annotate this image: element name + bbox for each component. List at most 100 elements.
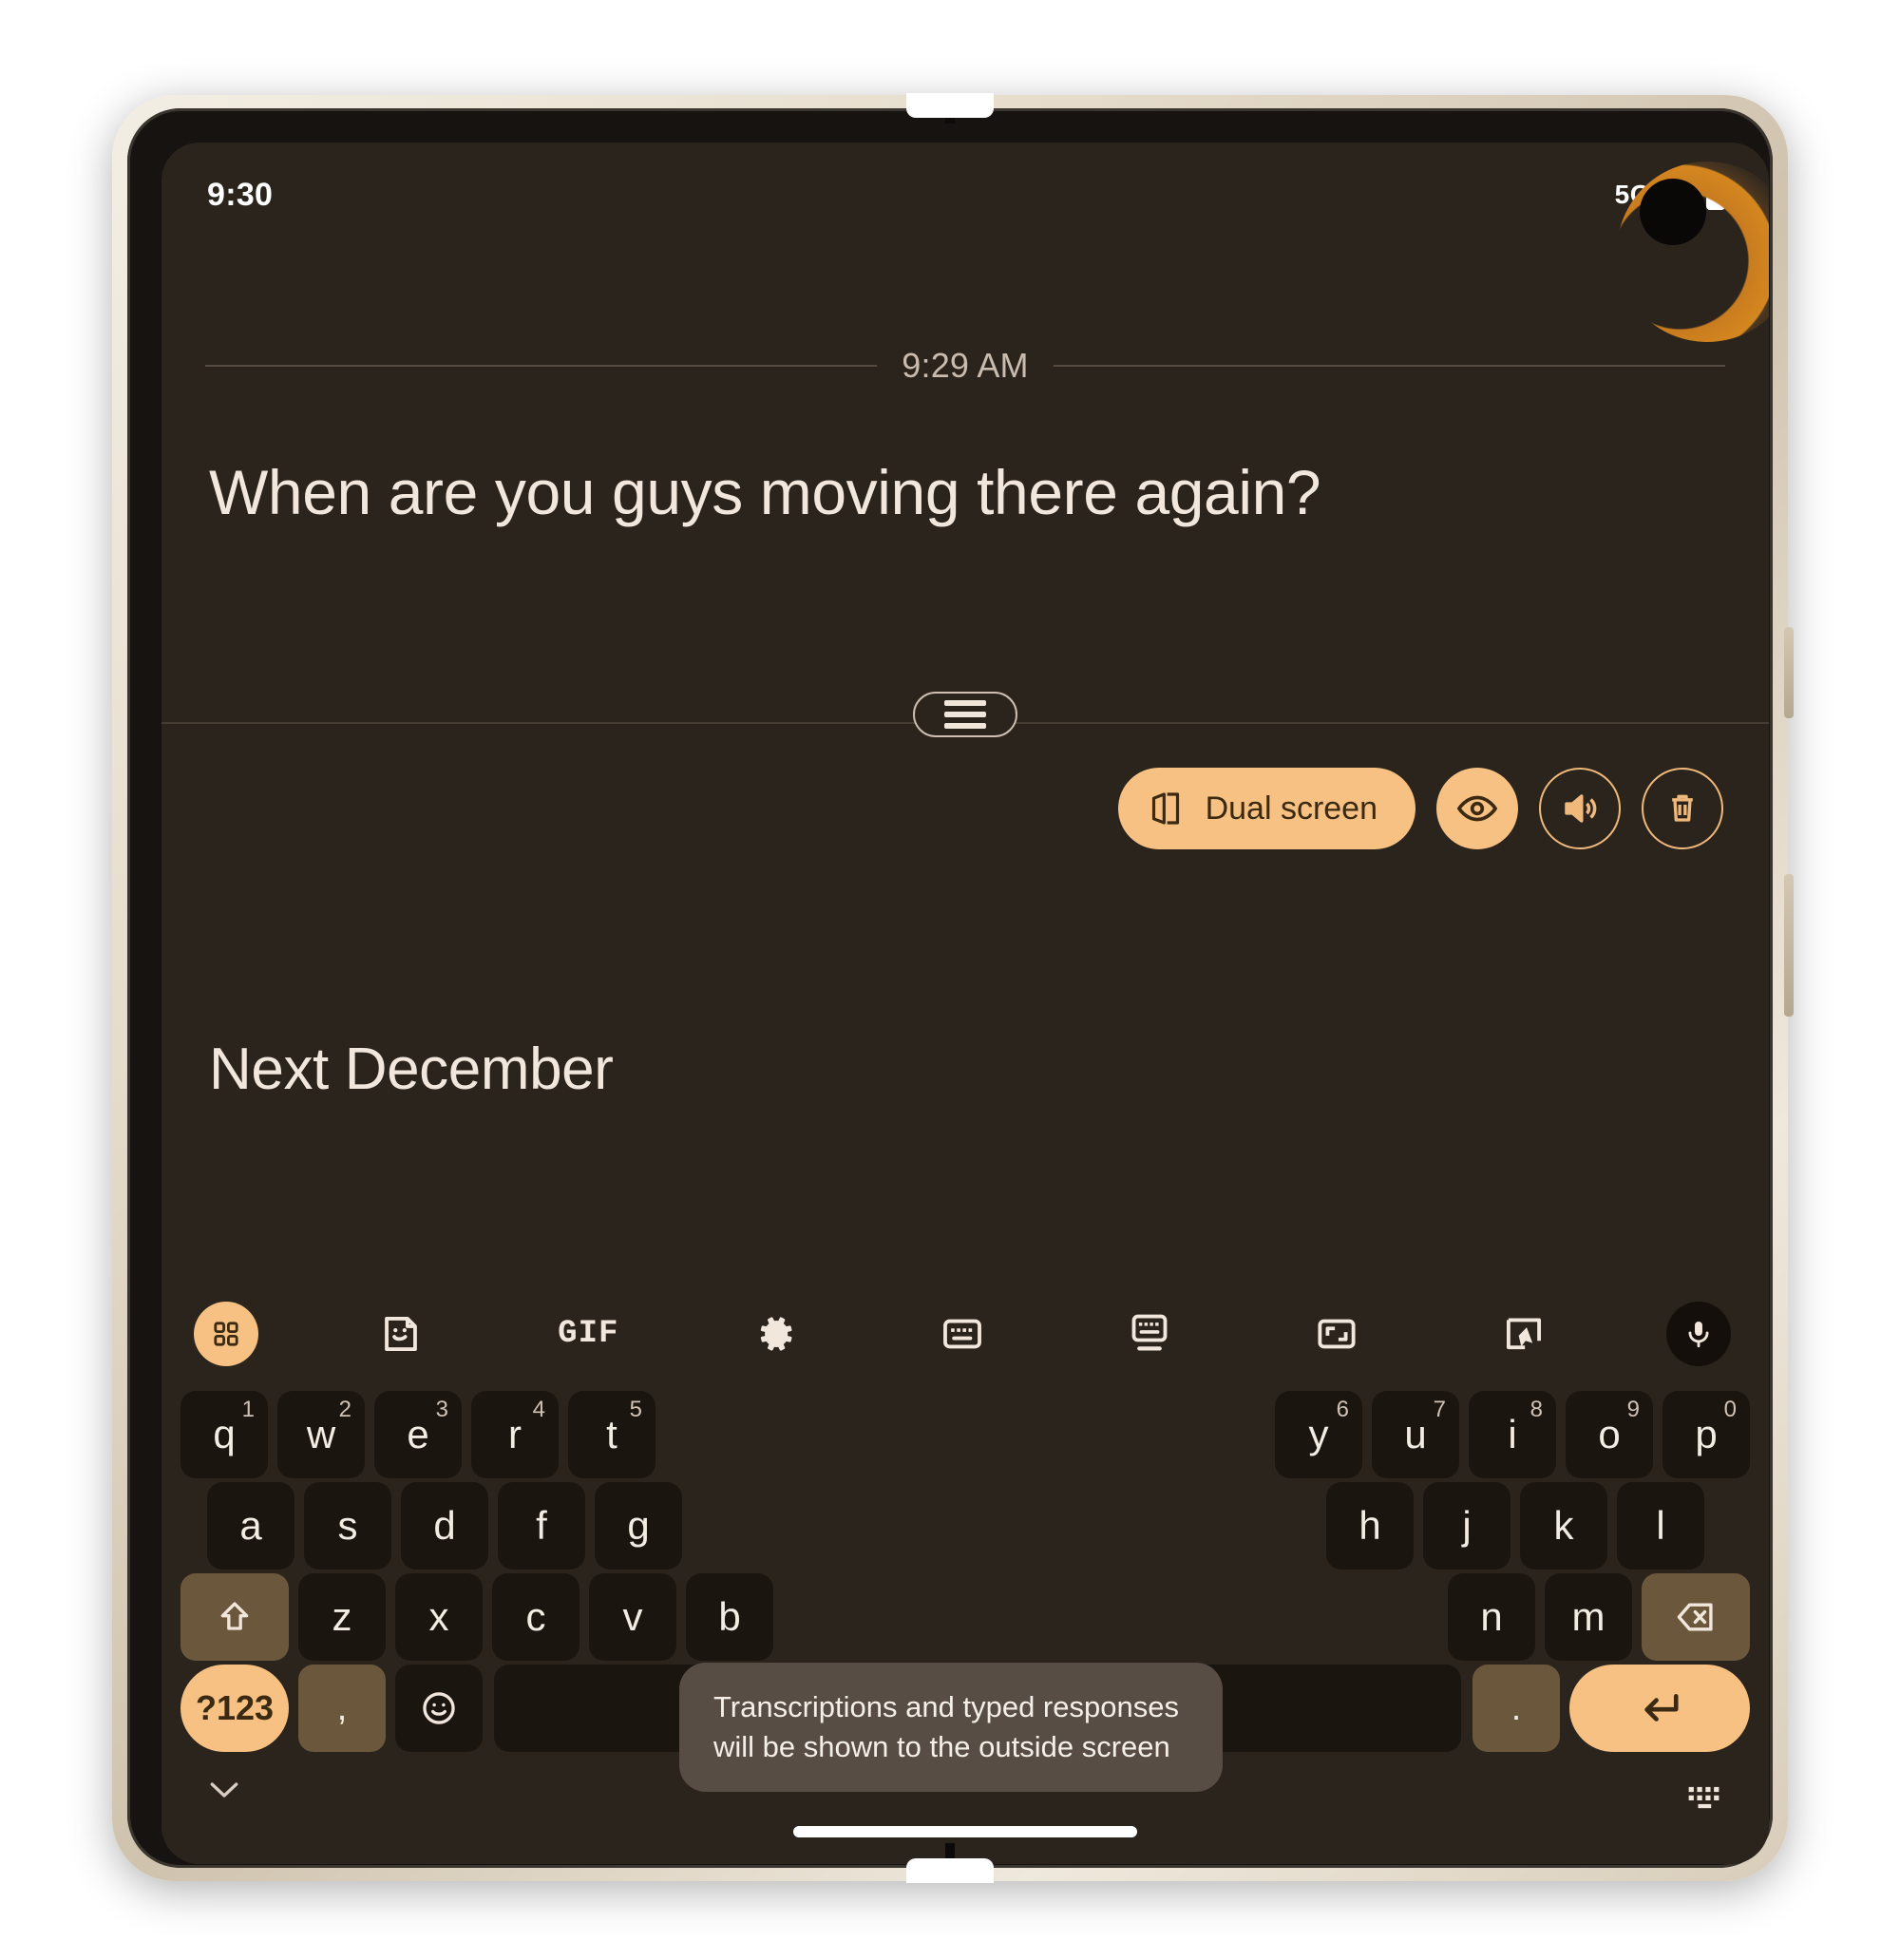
- action-button-row: Dual screen: [1117, 768, 1723, 849]
- delete-button[interactable]: [1642, 768, 1723, 849]
- key-c[interactable]: c: [492, 1573, 580, 1661]
- key-s[interactable]: s: [304, 1482, 391, 1570]
- key-q[interactable]: 1q: [180, 1391, 268, 1478]
- eye-icon: [1456, 788, 1498, 829]
- transcript-message: When are you guys moving there again?: [209, 457, 1321, 527]
- transcript-timestamp: 9:29 AM: [902, 346, 1029, 385]
- key-n[interactable]: n: [1448, 1573, 1535, 1661]
- key-o-label: o: [1598, 1412, 1621, 1456]
- key-r[interactable]: 4r: [471, 1391, 559, 1478]
- keyboard-row-3-right: n m: [1448, 1573, 1750, 1661]
- collapse-keyboard-button[interactable]: [207, 1779, 241, 1801]
- key-j[interactable]: j: [1423, 1482, 1510, 1570]
- handwriting-icon: [1502, 1312, 1546, 1356]
- key-w[interactable]: 2w: [277, 1391, 365, 1478]
- toolbar-sticker-button[interactable]: [308, 1284, 495, 1383]
- dual-screen-button[interactable]: Dual screen: [1117, 768, 1416, 849]
- volume-side-button[interactable]: [1784, 627, 1794, 718]
- comma-key[interactable]: ,: [298, 1665, 386, 1752]
- dual-screen-label: Dual screen: [1205, 790, 1378, 827]
- status-bar: 9:30 5G: [162, 143, 1769, 247]
- keyboard-row-4-right: .: [1472, 1665, 1750, 1752]
- volume-up-icon: [1560, 789, 1600, 828]
- key-c-label: c: [525, 1594, 546, 1639]
- keyboard-row-2-right: h j k l: [1326, 1482, 1704, 1570]
- key-y[interactable]: 6y: [1275, 1391, 1362, 1478]
- backspace-key[interactable]: [1642, 1573, 1750, 1661]
- key-o[interactable]: 9o: [1566, 1391, 1653, 1478]
- drag-handle-line: [944, 723, 986, 729]
- home-gesture-bar[interactable]: [793, 1826, 1137, 1837]
- key-d[interactable]: d: [401, 1482, 488, 1570]
- keyboard-row-4-left: ?123 ,: [180, 1665, 483, 1752]
- key-k[interactable]: k: [1520, 1482, 1607, 1570]
- drag-handle[interactable]: [913, 692, 1017, 737]
- key-k-label: k: [1553, 1503, 1574, 1548]
- key-u-number: 7: [1433, 1397, 1446, 1422]
- keyboard-dismiss-icon[interactable]: [1685, 1782, 1723, 1817]
- key-e[interactable]: 3e: [374, 1391, 462, 1478]
- keyboard: GIF 1 q 2 w 3 e 4 r 5 t 6 y 7 u 8 i 9 o …: [162, 1284, 1769, 1864]
- enter-icon: [1635, 1686, 1684, 1730]
- key-n-label: n: [1480, 1594, 1503, 1639]
- toolbar-settings-button[interactable]: [682, 1284, 869, 1383]
- screen: 9:30 5G 9:29 AM When are you guys moving…: [162, 143, 1769, 1864]
- toolbar-voice-input-button[interactable]: [1617, 1284, 1732, 1383]
- front-camera-icon: [1640, 179, 1706, 245]
- key-v[interactable]: v: [589, 1573, 676, 1661]
- key-q-label: q: [213, 1412, 236, 1456]
- key-t[interactable]: 5t: [568, 1391, 656, 1478]
- settings-gear-icon: [753, 1312, 797, 1356]
- key-g[interactable]: g: [595, 1482, 682, 1570]
- microphone-icon: [1666, 1302, 1732, 1366]
- key-f[interactable]: f: [498, 1482, 585, 1570]
- keyboard-row-1-right: 6y 7u 8i 9o 0p: [1275, 1391, 1750, 1478]
- shift-key[interactable]: [180, 1573, 289, 1661]
- key-i-number: 8: [1530, 1397, 1543, 1422]
- dual-screen-icon: [1147, 790, 1185, 828]
- toolbar-resize-button[interactable]: [1243, 1284, 1430, 1383]
- keyboard-row-2: a s d f g h j k l: [162, 1482, 1769, 1570]
- key-l[interactable]: l: [1617, 1482, 1704, 1570]
- key-y-label: y: [1308, 1412, 1329, 1456]
- key-z[interactable]: z: [298, 1573, 386, 1661]
- apps-grid-icon: [194, 1302, 258, 1366]
- key-r-number: 4: [532, 1397, 545, 1422]
- toolbar-handwriting-button[interactable]: [1430, 1284, 1617, 1383]
- key-j-label: j: [1462, 1503, 1472, 1548]
- toolbar-gif-button[interactable]: GIF: [495, 1284, 682, 1383]
- preview-visibility-button[interactable]: [1436, 768, 1518, 849]
- key-u[interactable]: 7u: [1372, 1391, 1459, 1478]
- enter-key[interactable]: [1569, 1665, 1750, 1752]
- power-side-button[interactable]: [1784, 874, 1794, 1017]
- key-t-number: 5: [629, 1397, 642, 1422]
- key-b[interactable]: b: [686, 1573, 773, 1661]
- key-m-label: m: [1571, 1594, 1606, 1639]
- key-w-number: 2: [338, 1397, 352, 1422]
- key-z-label: z: [332, 1594, 352, 1639]
- key-m[interactable]: m: [1545, 1573, 1632, 1661]
- hinge-notch-top: [906, 93, 994, 118]
- toolbar-apps-button[interactable]: [194, 1284, 308, 1383]
- toolbar-floating-keyboard-button[interactable]: [1055, 1284, 1243, 1383]
- key-d-label: d: [433, 1503, 456, 1548]
- symbols-key[interactable]: ?123: [180, 1665, 289, 1752]
- key-u-label: u: [1404, 1412, 1427, 1456]
- emoji-key[interactable]: [395, 1665, 483, 1752]
- key-o-number: 9: [1626, 1397, 1640, 1422]
- dual-screen-tooltip: Transcriptions and typed responses will …: [679, 1663, 1223, 1793]
- key-i[interactable]: 8i: [1469, 1391, 1556, 1478]
- toolbar-keyboard-button[interactable]: [869, 1284, 1056, 1383]
- volume-button[interactable]: [1539, 768, 1621, 849]
- key-h[interactable]: h: [1326, 1482, 1414, 1570]
- key-p-number: 0: [1723, 1397, 1737, 1422]
- key-q-number: 1: [241, 1397, 255, 1422]
- key-p[interactable]: 0p: [1662, 1391, 1750, 1478]
- key-a[interactable]: a: [207, 1482, 294, 1570]
- key-t-label: t: [606, 1412, 618, 1456]
- key-f-label: f: [536, 1503, 547, 1548]
- keyboard-toolbar: GIF: [162, 1284, 1769, 1383]
- key-x[interactable]: x: [395, 1573, 483, 1661]
- period-key[interactable]: .: [1472, 1665, 1560, 1752]
- shift-icon: [216, 1598, 254, 1636]
